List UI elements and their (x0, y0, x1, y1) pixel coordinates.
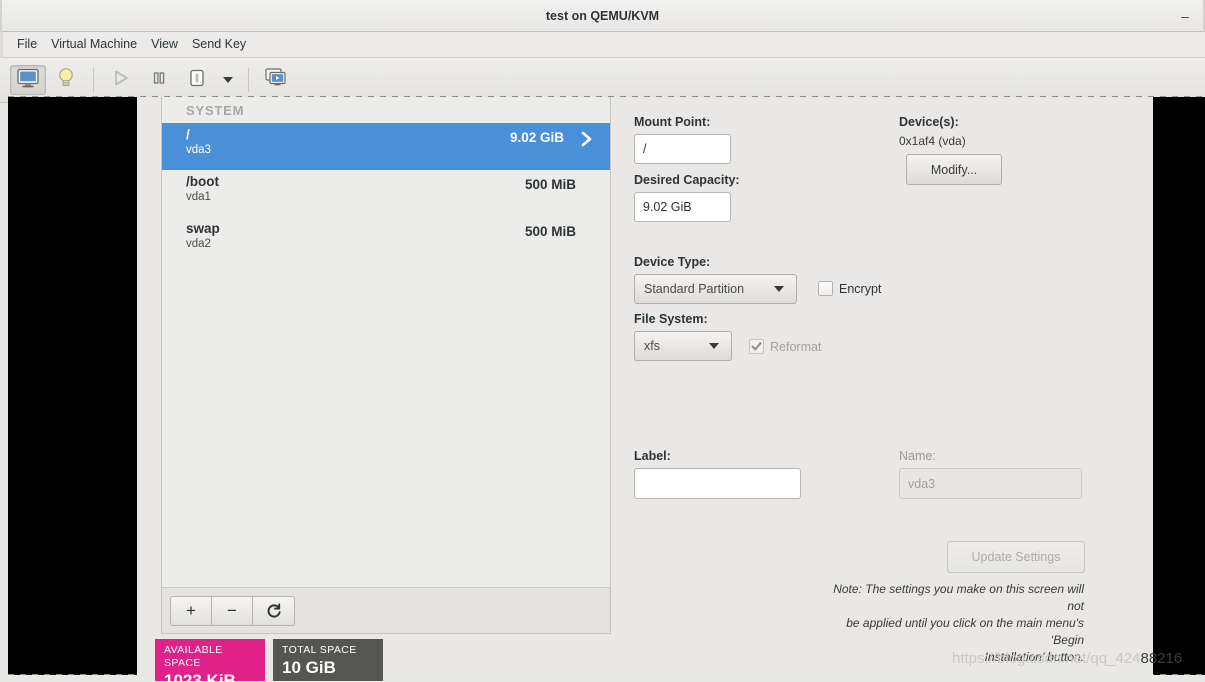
anaconda-manual-partitioning-screen: SYSTEM / vda3 9.02 GiB /boot vda1 500 Mi… (137, 97, 1153, 682)
vm-viewport-left (8, 97, 137, 675)
partition-device-name: vda1 (186, 191, 211, 203)
mount-point-label: Mount Point: (634, 115, 711, 129)
snapshots-icon (265, 67, 287, 93)
label-field-label: Label: (634, 449, 671, 463)
partition-list-toolbar: + − (162, 587, 610, 633)
menu-bar: File Virtual Machine View Send Key (0, 32, 1205, 58)
watermark: https://blog.csdn.net/qq_42488216 (952, 650, 1182, 667)
remove-partition-button[interactable]: − (212, 596, 253, 625)
chevron-down-icon (709, 343, 719, 349)
monitor-icon (17, 68, 39, 93)
file-system-label: File System: (634, 312, 708, 326)
play-icon (112, 69, 130, 92)
encrypt-checkbox[interactable] (818, 281, 833, 296)
update-settings-button: Update Settings (947, 541, 1085, 573)
mount-point-input[interactable]: / (634, 134, 731, 164)
chevron-down-icon (774, 286, 784, 292)
note-line-2: be applied until you click on the main m… (846, 616, 1084, 647)
partition-device-name: vda3 (186, 144, 211, 156)
partition-size: 500 MiB (524, 224, 576, 239)
devices-label: Device(s): (899, 115, 959, 129)
table-row[interactable]: / vda3 9.02 GiB (162, 123, 610, 170)
vm-viewport-right (1153, 97, 1205, 675)
watermark-text-dark: 88216 (1140, 650, 1183, 667)
shutdown-dropdown[interactable] (217, 66, 239, 94)
shutdown-button[interactable] (179, 65, 215, 95)
menu-virtual-machine[interactable]: Virtual Machine (44, 35, 144, 54)
snapshots-button[interactable] (258, 65, 294, 95)
space-summary: AVAILABLE SPACE 1023 KiB TOTAL SPACE 10 … (155, 639, 383, 682)
virt-manager-window: test on QEMU/KVM – File Virtual Machine … (0, 0, 1205, 682)
partition-size: 500 MiB (524, 177, 576, 192)
pause-button[interactable] (141, 65, 177, 95)
partition-list-panel: SYSTEM / vda3 9.02 GiB /boot vda1 500 Mi… (161, 97, 611, 634)
menu-send-key[interactable]: Send Key (185, 35, 253, 54)
menu-file[interactable]: File (10, 35, 44, 54)
toolbar-separator-2 (248, 68, 249, 92)
device-type-select[interactable]: Standard Partition (634, 274, 797, 304)
chevron-down-icon (223, 77, 233, 83)
partition-settings-form: Mount Point: / Desired Capacity: 9.02 Gi… (634, 97, 1153, 675)
lightbulb-icon (57, 67, 75, 94)
show-console-button[interactable] (10, 65, 46, 95)
partition-action-group: + − (170, 595, 295, 626)
total-space-label: TOTAL SPACE (282, 644, 357, 656)
note-line-1: Note: The settings you make on this scre… (833, 582, 1084, 613)
partition-device-name: vda2 (186, 238, 211, 250)
refresh-icon (267, 602, 281, 618)
encrypt-checkbox-row[interactable]: Encrypt (818, 281, 881, 296)
modify-button[interactable]: Modify... (906, 154, 1002, 185)
available-space-badge: AVAILABLE SPACE 1023 KiB (155, 639, 265, 682)
chevron-right-icon (580, 131, 594, 147)
name-field-label: Name: (899, 449, 936, 463)
pause-icon (150, 69, 168, 92)
minimize-button[interactable]: – (1175, 6, 1195, 26)
file-system-select[interactable]: xfs (634, 331, 732, 361)
check-icon (751, 342, 762, 351)
desired-capacity-input[interactable]: 9.02 GiB (634, 192, 731, 222)
show-details-button[interactable] (48, 65, 84, 95)
refresh-partitions-button[interactable] (253, 597, 294, 625)
menubar-edge (0, 32, 3, 58)
add-partition-button[interactable]: + (171, 596, 212, 625)
menu-view[interactable]: View (144, 35, 185, 54)
name-input: vda3 (899, 468, 1082, 499)
window-title: test on QEMU/KVM (545, 8, 660, 23)
reformat-checkbox[interactable] (749, 339, 764, 354)
total-space-badge: TOTAL SPACE 10 GiB (273, 639, 383, 681)
title-bar: test on QEMU/KVM – (0, 0, 1205, 32)
file-system-value: xfs (644, 339, 660, 353)
label-input[interactable] (634, 468, 801, 499)
device-type-value: Standard Partition (644, 282, 745, 296)
reformat-checkbox-row[interactable]: Reformat (749, 339, 821, 354)
available-space-value: 1023 KiB (164, 671, 236, 682)
titlebar-edge-left (0, 0, 2, 32)
available-space-label: AVAILABLE SPACE (164, 644, 223, 669)
partition-size: 9.02 GiB (509, 130, 564, 145)
encrypt-label: Encrypt (839, 281, 882, 296)
reformat-label: Reformat (770, 339, 822, 354)
device-type-label: Device Type: (634, 255, 711, 269)
devices-value: 0x1af4 (vda) (899, 134, 966, 148)
partition-scroll-area[interactable]: SYSTEM / vda3 9.02 GiB /boot vda1 500 Mi… (162, 97, 610, 587)
desired-capacity-label: Desired Capacity: (634, 173, 740, 187)
toolbar-separator-1 (93, 68, 94, 92)
table-row[interactable]: swap vda2 500 MiB (162, 217, 610, 264)
power-icon (187, 68, 207, 93)
partition-group-title: SYSTEM (186, 103, 245, 118)
total-space-value: 10 GiB (282, 658, 336, 677)
run-button[interactable] (103, 65, 139, 95)
table-row[interactable]: /boot vda1 500 MiB (162, 170, 610, 217)
watermark-text-light: https://blog.csdn.net/qq_424 (952, 650, 1141, 667)
